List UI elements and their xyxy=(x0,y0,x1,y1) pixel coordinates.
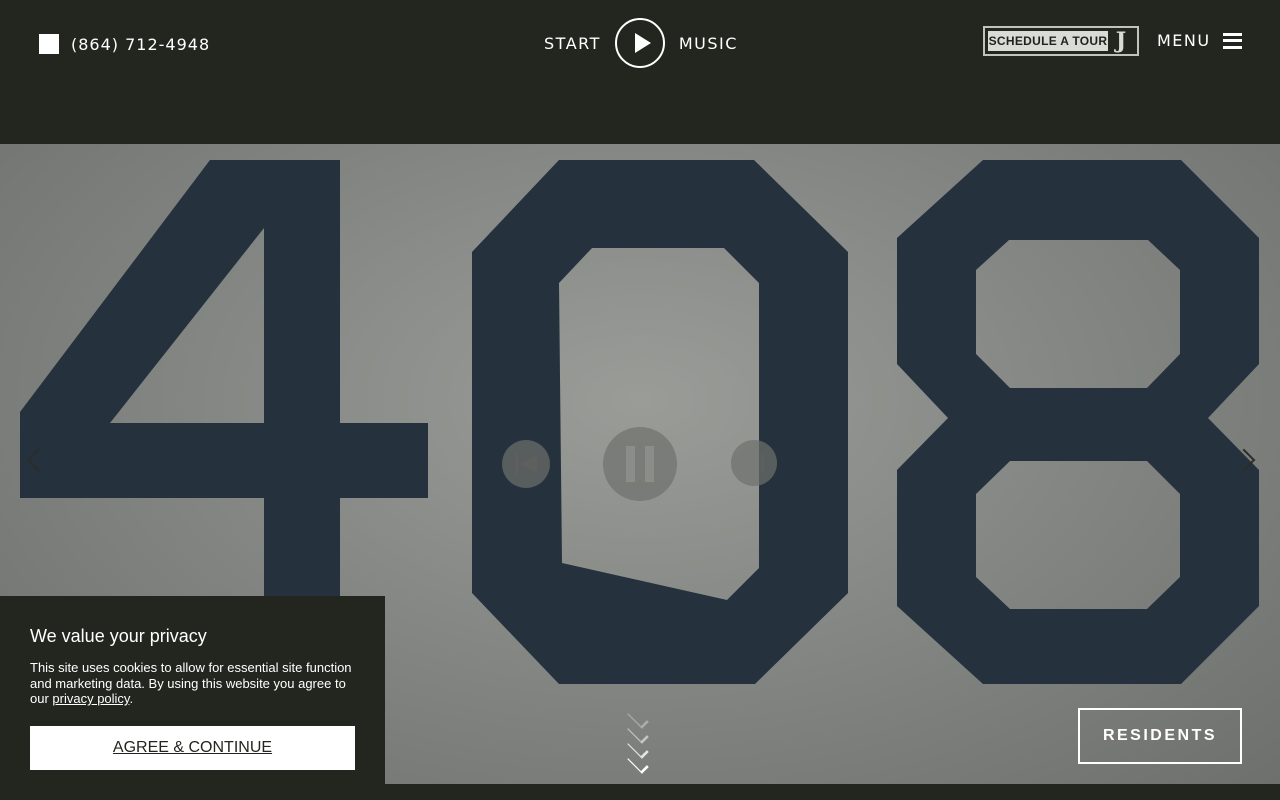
play-icon[interactable] xyxy=(614,18,665,68)
music-toggle: START MUSIC xyxy=(544,18,738,68)
phone-number: (864) 712-4948 xyxy=(71,34,211,54)
privacy-title: We value your privacy xyxy=(30,626,207,646)
schedule-tour-label: SCHEDULE A TOUR xyxy=(988,31,1108,51)
privacy-body-end: . xyxy=(129,691,134,706)
hamburger-icon xyxy=(1222,32,1242,49)
prev-track-icon[interactable] xyxy=(502,440,550,488)
privacy-banner: We value your privacy This site uses coo… xyxy=(0,596,385,800)
phone-icon xyxy=(39,34,59,54)
menu-button[interactable]: MENU xyxy=(1157,31,1242,50)
music-start-label: START xyxy=(544,33,601,53)
next-track-icon[interactable] xyxy=(731,440,777,486)
site-header: (864) 712-4948 START MUSIC SCHEDULE A TO… xyxy=(0,0,1280,144)
phone-link[interactable]: (864) 712-4948 xyxy=(39,34,210,54)
scroll-down-icon[interactable] xyxy=(627,707,652,782)
music-end-label: MUSIC xyxy=(678,33,738,53)
privacy-policy-link[interactable]: privacy policy xyxy=(52,691,129,706)
schedule-tour-button[interactable]: SCHEDULE A TOUR J xyxy=(983,26,1139,56)
pause-icon[interactable] xyxy=(603,427,677,501)
agree-continue-button[interactable]: AGREE & CONTINUE xyxy=(30,726,355,770)
menu-label: MENU xyxy=(1157,31,1211,50)
brand-logo: J xyxy=(1115,28,1127,54)
residents-button[interactable]: RESIDENTS xyxy=(1078,708,1242,764)
privacy-text: This site uses cookies to allow for esse… xyxy=(30,660,360,707)
